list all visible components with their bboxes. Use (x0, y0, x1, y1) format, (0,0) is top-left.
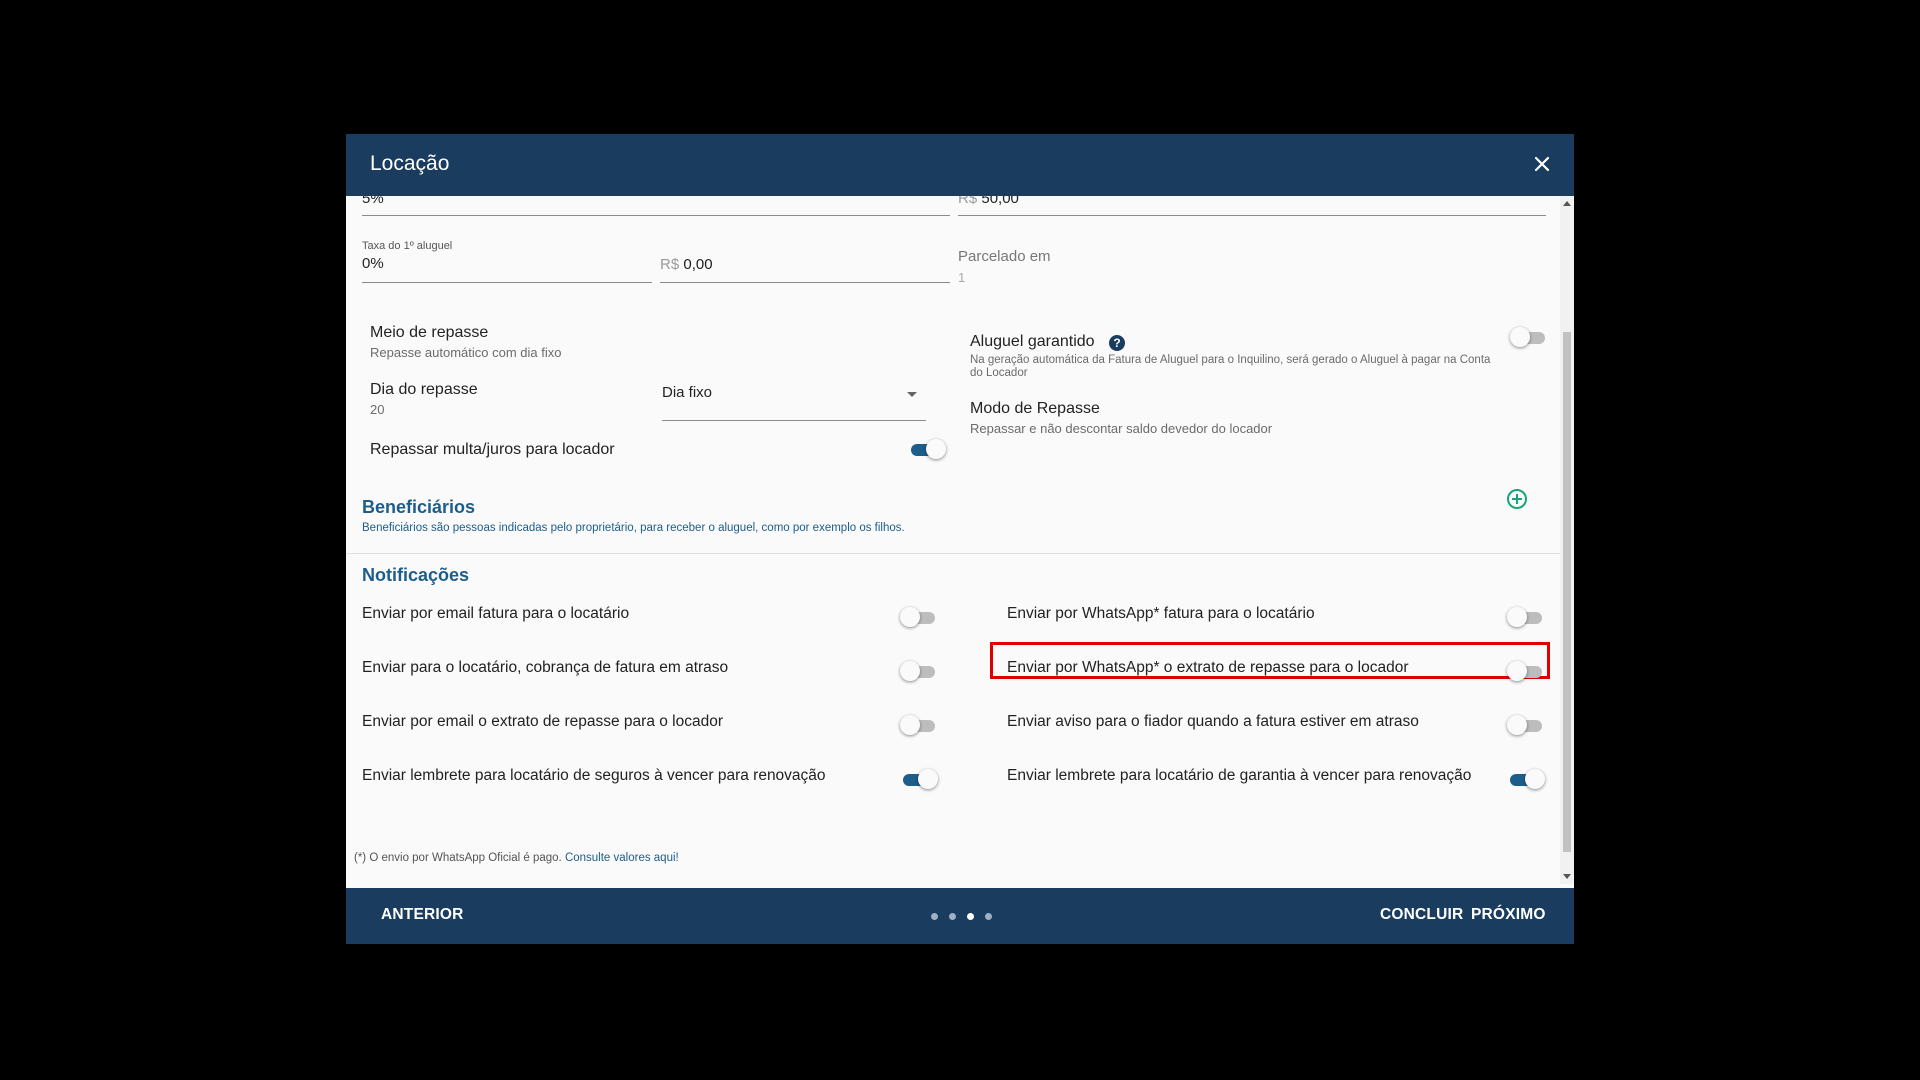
aluguel-garantido-title: Aluguel garantido ? (970, 333, 1125, 351)
aluguel-garantido-desc: Na geração automática da Fatura de Alugu… (970, 354, 1491, 379)
close-icon (1534, 156, 1550, 172)
dia-repasse-value: 20 (370, 402, 385, 417)
add-beneficiario-button[interactable] (1504, 486, 1530, 512)
notif-whatsapp-extrato-toggle[interactable] (1507, 660, 1545, 684)
scroll-up-arrow-icon[interactable] (1562, 198, 1572, 208)
notif-cobranca-atraso-label: Enviar para o locatário, cobrança de fat… (362, 659, 729, 676)
scroll-thumb[interactable] (1563, 332, 1571, 852)
dia-tipo-underline (662, 420, 926, 421)
partial-currency-value: 50,00 (981, 196, 1019, 207)
partial-currency-field[interactable]: R$ 50,00 (958, 196, 1019, 207)
taxa-percent-input[interactable]: 0% (362, 255, 652, 277)
beneficiarios-desc: Beneficiários são pessoas indicadas pelo… (362, 522, 905, 534)
close-button[interactable] (1528, 150, 1556, 178)
notif-email-fatura-toggle[interactable] (900, 606, 938, 630)
vertical-scrollbar[interactable] (1560, 196, 1574, 884)
modo-repasse-sub: Repassar e não descontar saldo devedor d… (970, 421, 1273, 436)
dialog-footer: ANTERIOR CONCLUIR PRÓXIMO (346, 888, 1574, 944)
notif-cobranca-atraso-toggle[interactable] (900, 660, 938, 684)
scroll-down-arrow-icon[interactable] (1562, 872, 1572, 882)
section-divider (346, 553, 1560, 554)
notif-email-extrato-toggle[interactable] (900, 714, 938, 738)
notif-aviso-fiador-toggle[interactable] (1507, 714, 1545, 738)
taxa-currency-input[interactable]: R$ 0,00 (660, 256, 950, 278)
whatsapp-footnote: (*) O envio por WhatsApp Oficial é pago.… (354, 852, 679, 864)
dropdown-arrow-icon (907, 392, 917, 397)
dia-repasse-title: Dia do repasse (370, 381, 478, 398)
taxa-currency-prefix: R$ (660, 256, 680, 273)
notif-email-fatura-label: Enviar por email fatura para o locatário (362, 605, 630, 622)
dia-tipo-selected: Dia fixo (662, 384, 713, 401)
modo-repasse-title: Modo de Repasse (970, 400, 1100, 417)
add-circle-icon (1507, 489, 1527, 509)
parcelado-value: 1 (958, 270, 966, 285)
dialog-title: Locação (370, 152, 450, 175)
step-dot-3[interactable] (967, 913, 974, 920)
beneficiarios-title: Beneficiários (362, 497, 476, 517)
step-dot-1[interactable] (931, 913, 938, 920)
notif-whatsapp-fatura-label: Enviar por WhatsApp* fatura para o locat… (1007, 605, 1315, 622)
partial-percent-value: 5% (362, 196, 384, 207)
step-dot-2[interactable] (949, 913, 956, 920)
help-icon[interactable]: ? (1109, 335, 1125, 351)
parcelado-label: Parcelado em (958, 248, 1051, 265)
proximo-button[interactable]: PRÓXIMO (1471, 906, 1546, 924)
concluir-button[interactable]: CONCLUIR (1380, 906, 1463, 924)
footnote-text: (*) O envio por WhatsApp Oficial é pago. (354, 852, 565, 864)
meio-repasse-sub: Repasse automático com dia fixo (370, 345, 562, 360)
partial-right-underline (958, 215, 1546, 216)
taxa-label: Taxa do 1º aluguel (362, 240, 453, 252)
aluguel-garantido-label: Aluguel garantido (970, 333, 1095, 350)
partial-left-underline (362, 215, 950, 216)
notif-lembrete-seguros-label: Enviar lembrete para locatário de seguro… (362, 767, 826, 784)
multa-toggle[interactable] (908, 438, 946, 462)
step-dot-4[interactable] (985, 913, 992, 920)
dia-tipo-select[interactable]: Dia fixo (662, 384, 926, 414)
notif-lembrete-garantia-toggle[interactable] (1507, 768, 1545, 792)
taxa-currency-value: 0,00 (683, 256, 713, 273)
dialog-body: 5% R$ 50,00 Taxa do 1º aluguel 0% R$ 0,0… (346, 196, 1574, 884)
meio-repasse-title: Meio de repasse (370, 324, 489, 341)
multa-label: Repassar multa/juros para locador (370, 441, 615, 458)
anterior-button[interactable]: ANTERIOR (381, 906, 464, 924)
dialog-header: Locação (346, 134, 1574, 196)
notif-aviso-fiador-label: Enviar aviso para o fiador quando a fatu… (1007, 713, 1419, 730)
notif-email-extrato-label: Enviar por email o extrato de repasse pa… (362, 713, 724, 730)
locacao-dialog: Locação 5% R$ 50,00 Taxa do 1º aluguel 0… (346, 134, 1574, 944)
taxa-percent-underline (362, 282, 652, 283)
consulte-valores-link[interactable]: Consulte valores aqui! (565, 852, 679, 864)
notif-whatsapp-extrato-label: Enviar por WhatsApp* o extrato de repass… (1007, 659, 1409, 676)
notif-lembrete-garantia-label: Enviar lembrete para locatário de garant… (1007, 767, 1472, 784)
notificacoes-title: Notificações (362, 565, 470, 585)
notif-lembrete-seguros-toggle[interactable] (900, 768, 938, 792)
notif-whatsapp-fatura-toggle[interactable] (1507, 606, 1545, 630)
partial-currency-prefix: R$ (958, 196, 978, 207)
taxa-currency-underline (660, 282, 950, 283)
aluguel-garantido-toggle[interactable] (1510, 326, 1548, 350)
